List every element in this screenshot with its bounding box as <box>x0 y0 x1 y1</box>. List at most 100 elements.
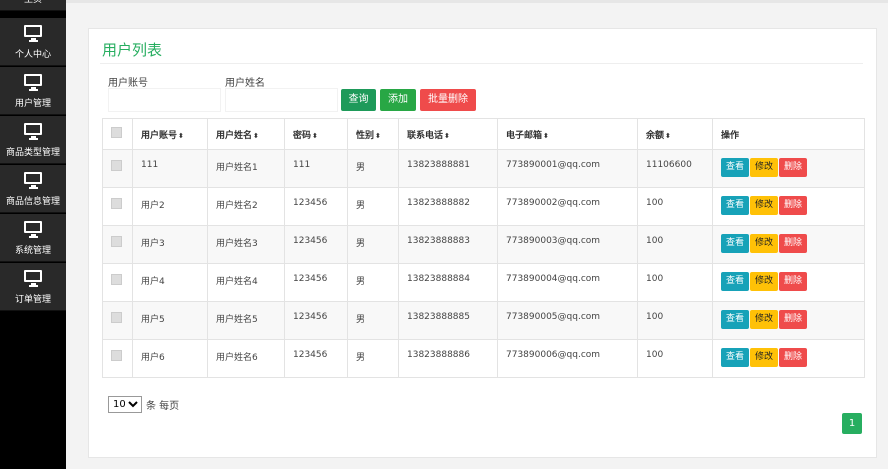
account-cell: 用户2 <box>132 187 208 226</box>
name-input[interactable] <box>225 88 338 112</box>
row-checkbox[interactable] <box>111 312 122 323</box>
sidebar-item-personal-center[interactable]: 个人中心 <box>0 18 66 66</box>
balance-cell: 100 <box>637 225 713 264</box>
sidebar-item-product-type-management[interactable]: 商品类型管理 <box>0 116 66 164</box>
monitor-icon <box>24 270 42 287</box>
view-button[interactable]: 查看 <box>721 272 750 291</box>
row-select-cell <box>102 263 133 302</box>
sort-icon: ⬍ <box>665 131 671 140</box>
view-button[interactable]: 查看 <box>721 310 750 329</box>
header-account[interactable]: 用户账号⬍ <box>132 118 208 150</box>
name-label: 用户姓名 <box>225 78 265 89</box>
name-cell: 用户姓名6 <box>207 339 285 378</box>
balance-cell: 100 <box>637 187 713 226</box>
delete-button[interactable]: 删除 <box>779 158 808 177</box>
user-table: 用户账号⬍ 用户姓名⬍ 密码⬍ 性别⬍ 联系电话⬍ 电子邮箱⬍ 余额⬍ 操作 1… <box>102 118 865 378</box>
phone-cell: 13823888883 <box>398 225 498 264</box>
sort-icon: ⬍ <box>253 131 259 140</box>
sidebar-item-system-management[interactable]: 系统管理 <box>0 214 66 262</box>
select-all-checkbox[interactable] <box>111 127 122 138</box>
monitor-icon <box>24 221 42 238</box>
view-button[interactable]: 查看 <box>721 158 750 177</box>
delete-button[interactable]: 删除 <box>779 272 808 291</box>
row-checkbox[interactable] <box>111 236 122 247</box>
delete-button[interactable]: 删除 <box>779 310 808 329</box>
table-row: 用户4 用户姓名4 123456 男 13823888884 773890004… <box>102 263 865 302</box>
table-row: 用户5 用户姓名5 123456 男 13823888885 773890005… <box>102 301 865 340</box>
row-checkbox[interactable] <box>111 160 122 171</box>
sidebar-item-label: 商品信息管理 <box>5 197 60 207</box>
sidebar-item-user-management[interactable]: 用户管理 <box>0 67 66 115</box>
view-button[interactable]: 查看 <box>721 196 750 215</box>
sidebar: 主页 个人中心 用户管理 商品类型管理 商品信息管理 系统管理 订单管理 <box>0 0 66 469</box>
edit-button[interactable]: 修改 <box>750 196 779 215</box>
name-cell: 用户姓名3 <box>207 225 285 264</box>
header-gender[interactable]: 性别⬍ <box>347 118 399 150</box>
delete-button[interactable]: 删除 <box>779 234 808 253</box>
sidebar-item-order-management[interactable]: 订单管理 <box>0 263 66 311</box>
gender-cell: 男 <box>347 263 399 302</box>
email-cell: 773890006@qq.com <box>497 339 638 378</box>
table-row: 用户6 用户姓名6 123456 男 13823888886 773890006… <box>102 339 865 378</box>
email-cell: 773890002@qq.com <box>497 187 638 226</box>
header-label: 用户账号 <box>141 130 178 141</box>
row-checkbox[interactable] <box>111 198 122 209</box>
edit-button[interactable]: 修改 <box>750 234 779 253</box>
header-label: 电子邮箱 <box>506 130 543 141</box>
page-size-select[interactable]: 10 <box>108 396 142 413</box>
edit-button[interactable]: 修改 <box>750 158 779 177</box>
edit-button[interactable]: 修改 <box>750 310 779 329</box>
row-select-cell <box>102 339 133 378</box>
password-cell: 111 <box>284 149 348 188</box>
header-email[interactable]: 电子邮箱⬍ <box>497 118 638 150</box>
page-button-current[interactable]: 1 <box>842 413 862 434</box>
batch-delete-button[interactable]: 批量删除 <box>420 89 476 111</box>
email-cell: 773890003@qq.com <box>497 225 638 264</box>
add-button[interactable]: 添加 <box>380 89 416 111</box>
password-cell: 123456 <box>284 225 348 264</box>
table-header-row: 用户账号⬍ 用户姓名⬍ 密码⬍ 性别⬍ 联系电话⬍ 电子邮箱⬍ 余额⬍ 操作 <box>102 118 865 150</box>
sidebar-item-home[interactable]: 主页 <box>0 0 66 11</box>
header-phone[interactable]: 联系电话⬍ <box>398 118 498 150</box>
header-label: 余额 <box>646 130 665 141</box>
phone-cell: 13823888881 <box>398 149 498 188</box>
sort-icon: ⬍ <box>178 131 184 140</box>
row-checkbox[interactable] <box>111 274 122 285</box>
header-name[interactable]: 用户姓名⬍ <box>207 118 285 150</box>
monitor-icon <box>24 123 42 140</box>
view-button[interactable]: 查看 <box>721 234 750 253</box>
sidebar-item-label: 订单管理 <box>14 295 51 305</box>
account-input[interactable] <box>108 88 221 112</box>
password-cell: 123456 <box>284 187 348 226</box>
account-cell: 用户5 <box>132 301 208 340</box>
phone-cell: 13823888884 <box>398 263 498 302</box>
sidebar-item-product-info-management[interactable]: 商品信息管理 <box>0 165 66 213</box>
edit-button[interactable]: 修改 <box>750 272 779 291</box>
delete-button[interactable]: 删除 <box>779 348 808 367</box>
edit-button[interactable]: 修改 <box>750 348 779 367</box>
query-button[interactable]: 查询 <box>341 89 376 111</box>
password-cell: 123456 <box>284 339 348 378</box>
name-cell: 用户姓名2 <box>207 187 285 226</box>
name-cell: 用户姓名5 <box>207 301 285 340</box>
per-page-label: 条 每页 <box>146 401 180 412</box>
sidebar-item-label: 个人中心 <box>14 50 51 60</box>
gender-cell: 男 <box>347 339 399 378</box>
sidebar-item-label: 系统管理 <box>14 246 51 256</box>
delete-button[interactable]: 删除 <box>779 196 808 215</box>
gender-cell: 男 <box>347 301 399 340</box>
header-balance[interactable]: 余额⬍ <box>637 118 713 150</box>
header-password[interactable]: 密码⬍ <box>284 118 348 150</box>
header-label: 密码 <box>293 130 312 141</box>
actions-cell: 查看 修改 删除 <box>712 301 865 340</box>
monitor-icon <box>24 25 42 42</box>
email-cell: 773890005@qq.com <box>497 301 638 340</box>
view-button[interactable]: 查看 <box>721 348 750 367</box>
password-cell: 123456 <box>284 263 348 302</box>
select-all-cell <box>102 118 133 150</box>
balance-cell: 100 <box>637 263 713 302</box>
actions-cell: 查看 修改 删除 <box>712 225 865 264</box>
row-checkbox[interactable] <box>111 350 122 361</box>
phone-cell: 13823888886 <box>398 339 498 378</box>
account-cell: 用户6 <box>132 339 208 378</box>
